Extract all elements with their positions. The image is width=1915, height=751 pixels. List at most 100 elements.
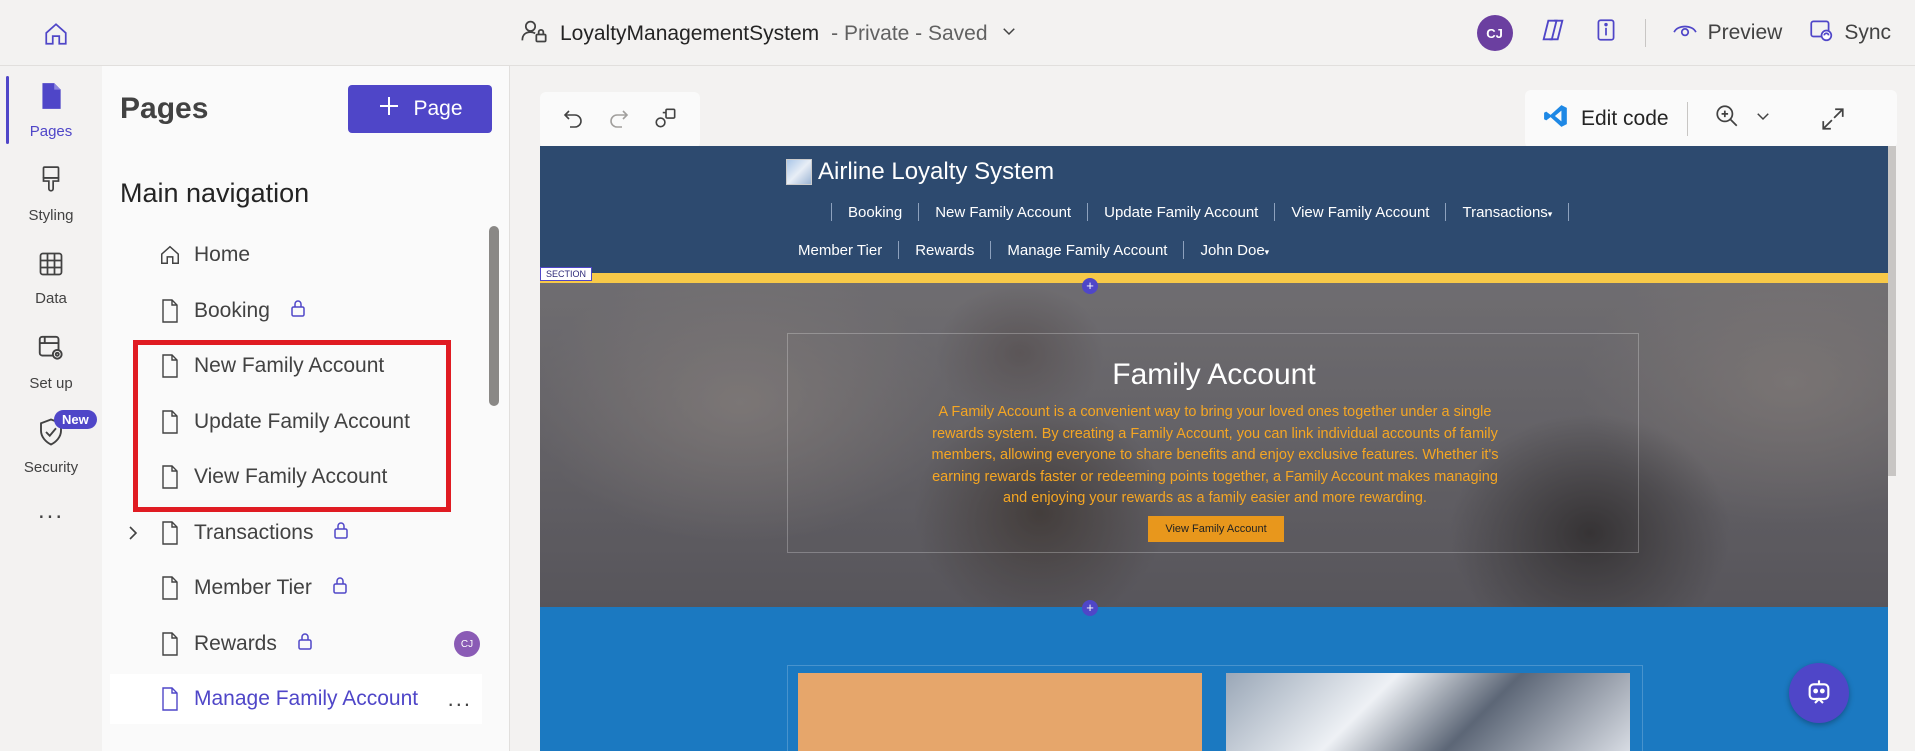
rail-item-security[interactable]: New Security (0, 406, 102, 486)
rail-label: Security (23, 458, 79, 476)
site-nav-update-family-account[interactable]: Update Family Account (1104, 204, 1258, 221)
rail-item-data[interactable]: Data (0, 238, 102, 318)
lock-icon (297, 632, 313, 650)
hero-content: Family Account A Family Account is a con… (787, 333, 1639, 553)
left-rail: Pages Styling Data Set up New Security .… (0, 66, 102, 751)
add-page-button[interactable]: Page (348, 85, 492, 133)
edit-code-button[interactable]: Edit code (1525, 103, 1687, 135)
site-nav-transactions[interactable]: Transactions▾ (1462, 204, 1552, 221)
site-title-menu[interactable]: LoyaltyManagementSystem - Private - Save… (520, 18, 1018, 50)
add-section-icon[interactable]: + (1082, 600, 1098, 616)
new-badge: New (54, 410, 97, 429)
vscode-icon (1543, 103, 1569, 135)
undo-icon[interactable] (561, 106, 585, 135)
private-site-icon (520, 17, 548, 51)
page-icon (158, 575, 182, 601)
copilot-icon[interactable] (1539, 16, 1567, 50)
site-preview[interactable]: Airline Loyalty System Booking New Famil… (540, 146, 1888, 751)
site-nav-rewards[interactable]: Rewards (915, 242, 974, 259)
feature-image (798, 673, 1202, 751)
rail-item-pages[interactable]: Pages (0, 70, 102, 150)
feature-image (1226, 673, 1630, 751)
avatar[interactable]: CJ (1476, 15, 1513, 51)
page-item-manage-family-account[interactable]: Manage Family Account ... (110, 674, 482, 724)
divider (1644, 19, 1646, 47)
section-tag: SECTION (540, 267, 593, 281)
main-navigation-title: Main navigation (120, 178, 310, 208)
sync-label: Sync (1844, 21, 1891, 44)
sync-button[interactable]: Sync (1808, 17, 1891, 49)
chevron-down-icon[interactable] (1000, 22, 1018, 46)
page-item-booking[interactable]: Booking (110, 286, 482, 336)
lock-icon (290, 299, 306, 317)
section-selection-bar (540, 273, 1888, 283)
preview-scrollbar[interactable] (1888, 146, 1896, 476)
top-actions: CJ Preview Sync (1476, 14, 1891, 52)
rail-item-setup[interactable]: Set up (0, 322, 102, 402)
site-nav-new-family-account[interactable]: New Family Account (935, 204, 1071, 221)
site-nav-row-2: Member Tier Rewards Manage Family Accoun… (798, 241, 1269, 259)
plus-icon (377, 94, 401, 124)
page-item-rewards[interactable]: Rewards CJ (110, 619, 482, 669)
panel-scrollbar[interactable] (489, 226, 499, 406)
page-icon (158, 298, 182, 324)
page-item-label: Rewards (194, 632, 277, 655)
panel-title: Pages (120, 92, 209, 125)
site-nav-booking[interactable]: Booking (848, 204, 902, 221)
rail-label: Pages (29, 122, 73, 140)
add-page-label: Page (413, 97, 463, 120)
rail-label: Set up (29, 374, 73, 392)
chevron-right-icon[interactable] (124, 524, 142, 542)
expand-icon[interactable] (1798, 106, 1868, 132)
page-icon (158, 631, 182, 657)
site-header: Airline Loyalty System Booking New Famil… (540, 146, 1888, 273)
page-item-home[interactable]: Home (110, 230, 482, 280)
zoom-control[interactable] (1688, 103, 1798, 135)
page-item-label: Manage Family Account (194, 687, 419, 710)
page-item-label: Home (194, 243, 251, 266)
home-icon[interactable] (40, 18, 72, 50)
site-nav-user-menu[interactable]: John Doe▾ (1200, 242, 1269, 259)
settings-icon (36, 333, 66, 367)
page-item-transactions[interactable]: Transactions (110, 508, 482, 558)
eye-icon (1672, 17, 1698, 49)
site-nav-manage-family-account[interactable]: Manage Family Account (1007, 242, 1167, 259)
components-icon[interactable] (653, 105, 679, 136)
page-item-label: Booking (194, 299, 270, 322)
info-panel-icon[interactable] (1593, 17, 1619, 49)
rail-label: Data (35, 289, 67, 307)
page-icon (158, 520, 182, 546)
view-family-account-button[interactable]: View Family Account (1148, 516, 1284, 542)
paintbrush-icon (38, 165, 64, 199)
app-name: LoyaltyManagementSystem (560, 22, 820, 45)
page-item-label: Transactions (194, 521, 314, 544)
highlight-annotation (133, 340, 451, 512)
zoom-in-icon (1714, 103, 1740, 135)
feature-section (540, 607, 1888, 751)
canvas-toolbar-right: Edit code (1525, 90, 1897, 148)
copilot-assistant-button[interactable] (1789, 663, 1849, 723)
more-options-icon[interactable]: ... (448, 686, 472, 712)
site-nav-view-family-account[interactable]: View Family Account (1291, 204, 1429, 221)
save-status: - Private - Saved (831, 22, 988, 45)
site-logo[interactable]: Airline Loyalty System (786, 158, 1054, 186)
page-icon (158, 686, 182, 712)
redo-icon[interactable] (607, 106, 631, 135)
lock-icon (333, 521, 349, 539)
site-nav-member-tier[interactable]: Member Tier (798, 242, 882, 259)
page-icon (38, 81, 64, 115)
sync-icon (1808, 17, 1834, 49)
rail-label: Styling (28, 206, 74, 224)
more-icon[interactable]: ... (0, 486, 102, 536)
preview-label: Preview (1707, 21, 1783, 44)
preview-button[interactable]: Preview (1672, 17, 1783, 49)
rail-item-styling[interactable]: Styling (0, 154, 102, 234)
chevron-down-icon (1754, 107, 1772, 131)
add-section-icon[interactable]: + (1082, 278, 1098, 294)
hero-section: Family Account A Family Account is a con… (540, 283, 1888, 607)
page-item-member-tier[interactable]: Member Tier (110, 563, 482, 613)
lock-icon (332, 576, 348, 594)
page-item-label: Member Tier (194, 576, 312, 599)
home-icon (158, 242, 182, 268)
canvas-toolbar-left (540, 92, 700, 148)
